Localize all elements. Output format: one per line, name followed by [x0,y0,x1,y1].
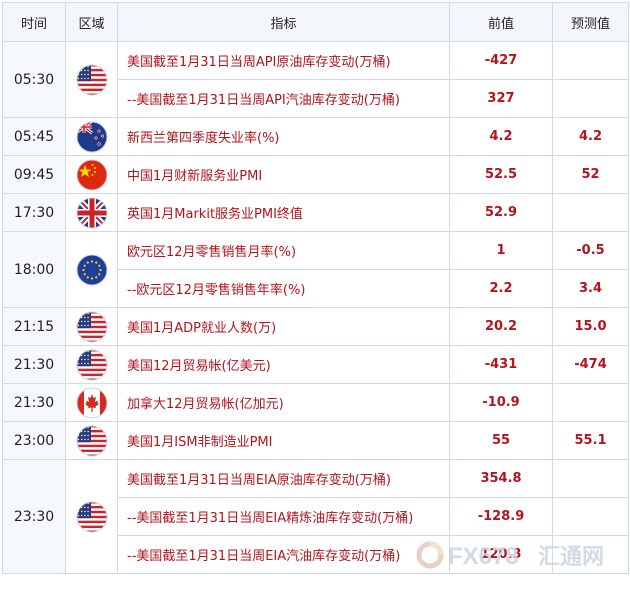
forecast-value [552,497,629,536]
event-time: 21:30 [2,345,66,384]
nz-flag-icon [76,121,107,152]
us-flag-icon [76,64,107,95]
table-row: 05:30 美国截至1月31日当周API原油库存变动(万桶) -427 [2,41,629,118]
indicator-name: 欧元区12月零售销售月率(%) [117,231,450,270]
indicator-name: 加拿大12月贸易帐(亿加元) [117,383,450,422]
header-indicator: 指标 [117,2,450,42]
forecast-value: 55.1 [552,421,629,460]
indicator-name: 美国1月ISM非制造业PMI [117,421,450,460]
header-time: 时间 [2,2,66,42]
region-flag [65,383,118,422]
header-region: 区域 [65,2,118,42]
event-time: 18:00 [2,231,66,308]
previous-value: -431 [449,345,553,384]
forecast-value: -0.5 [552,231,629,270]
fx678-logo-icon [416,541,444,569]
ca-flag-icon [76,387,107,418]
indicator-name: --美国截至1月31日当周API汽油库存变动(万桶) [117,79,450,118]
table-header: 时间 区域 指标 前值 预测值 [2,2,629,42]
event-time: 05:45 [2,117,66,156]
forecast-value: 15.0 [552,307,629,346]
region-flag [65,307,118,346]
forecast-value: 3.4 [552,269,629,308]
eu-flag-icon [76,254,107,285]
us-flag-icon [76,425,107,456]
region-flag [65,193,118,232]
indicator-name: 美国截至1月31日当周EIA原油库存变动(万桶) [117,459,450,498]
previous-value: 2.2 [449,269,553,308]
region-flag [65,155,118,194]
us-flag-icon [76,311,107,342]
indicator-name: 新西兰第四季度失业率(%) [117,117,450,156]
us-flag-icon [76,501,107,532]
forecast-value [552,79,629,118]
table-row: 18:00 欧元区12月零售销售月率(%) 1 -0.5 [2,231,629,308]
region-flag [65,41,118,118]
header-previous: 前值 [449,2,553,42]
previous-value: -427 [449,41,553,80]
region-flag [65,459,118,574]
cn-flag-icon [76,159,107,190]
table-row: 23:00 美国1月ISM非制造业PMI 55 55.1 [2,421,629,460]
previous-value: -10.9 [449,383,553,422]
indicator-name: --美国截至1月31日当周EIA精炼油库存变动(万桶) [117,497,450,536]
event-time: 09:45 [2,155,66,194]
previous-value: 55 [449,421,553,460]
previous-value: 4.2 [449,117,553,156]
forecast-value [552,193,629,232]
table-row: 21:15 美国1月ADP就业人数(万) 20.2 15.0 [2,307,629,346]
forecast-value [552,383,629,422]
watermark-brand: FX678 [448,543,519,570]
table-row: 21:30 美国12月贸易帐(亿美元) -431 -474 [2,345,629,384]
forecast-value: -474 [552,345,629,384]
event-time: 23:00 [2,421,66,460]
event-time: 23:30 [2,459,66,574]
fx678-watermark: FX678 汇通网 [416,541,604,570]
header-forecast: 预测值 [552,2,629,42]
indicator-name: 美国1月ADP就业人数(万) [117,307,450,346]
event-time: 21:30 [2,383,66,422]
table-row: 09:45 中国1月财新服务业PMI 52.5 52 [2,155,629,194]
us-flag-icon [76,349,107,380]
indicator-name: 英国1月Markit服务业PMI终值 [117,193,450,232]
previous-value: -128.9 [449,497,553,536]
indicator-name: --欧元区12月零售销售年率(%) [117,269,450,308]
previous-value: 20.2 [449,307,553,346]
previous-value: 354.8 [449,459,553,498]
indicator-name: --美国截至1月31日当周EIA汽油库存变动(万桶) [117,535,450,574]
previous-value: 327 [449,79,553,118]
forecast-value [552,41,629,80]
uk-flag-icon [76,197,107,228]
indicator-name: 美国12月贸易帐(亿美元) [117,345,450,384]
previous-value: 52.9 [449,193,553,232]
event-time: 21:15 [2,307,66,346]
table-body: 05:30 美国截至1月31日当周API原油库存变动(万桶) -427 --美国截至1… [2,41,629,574]
forecast-value: 52 [552,155,629,194]
event-time: 05:30 [2,41,66,118]
region-flag [65,231,118,308]
forecast-value [552,459,629,498]
event-time: 17:30 [2,193,66,232]
region-flag [65,421,118,460]
indicator-name: 美国截至1月31日当周API原油库存变动(万桶) [117,41,450,80]
table-row: 17:30 英国1月Markit服务业PMI终值 52.9 [2,193,629,232]
table-row: 23:30 美国截至1月31日当周EIA原油库存变动(万桶) 354.8 [2,459,629,574]
table-row: 05:45 新西兰第四季度失业率(%) 4.2 4.2 [2,117,629,156]
region-flag [65,345,118,384]
previous-value: 1 [449,231,553,270]
economic-calendar-table: 时间 区域 指标 前值 预测值 05:30 美国截至1月31日当周API原油库存变… [2,2,629,574]
previous-value: 52.5 [449,155,553,194]
region-flag [65,117,118,156]
table-row: 21:30 加拿大12月贸易帐(亿加元) -10.9 [2,383,629,422]
calendar-page: 时间 区域 指标 前值 预测值 05:30 美国截至1月31日当周API原油库存变… [0,0,630,593]
watermark-name: 汇通网 [538,545,604,570]
indicator-name: 中国1月财新服务业PMI [117,155,450,194]
forecast-value: 4.2 [552,117,629,156]
